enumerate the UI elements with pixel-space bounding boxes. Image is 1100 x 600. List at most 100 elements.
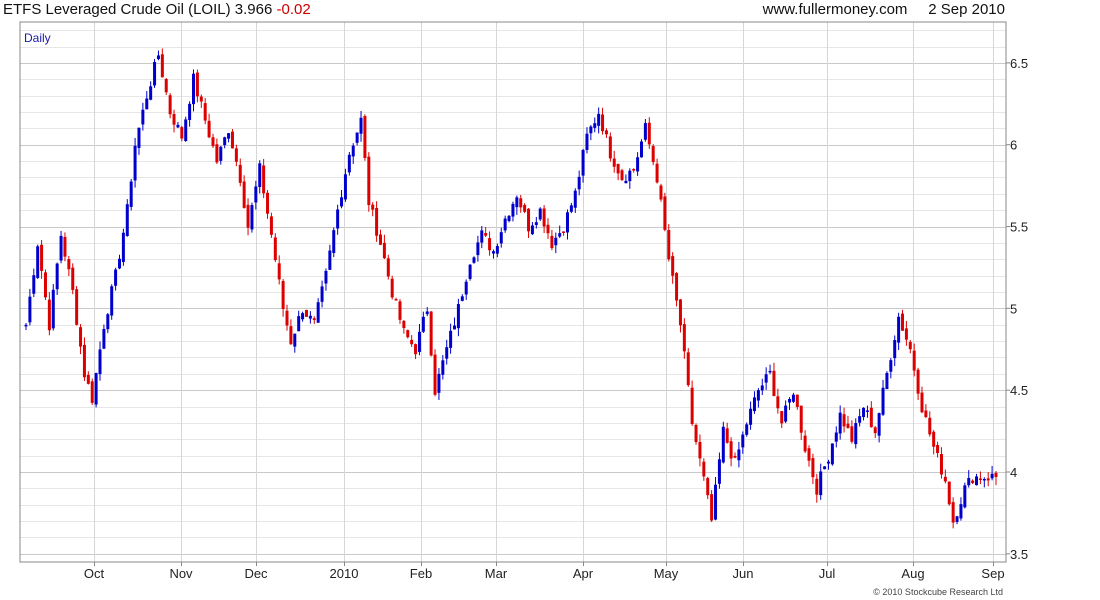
bar-body — [304, 309, 308, 317]
ohlc-bar — [593, 117, 597, 133]
bar-body — [390, 278, 394, 298]
ohlc-bar — [386, 254, 390, 280]
bar-body — [589, 126, 593, 134]
x-tick-label: Jun — [733, 566, 754, 581]
bar-body — [445, 347, 449, 359]
ohlc-bar — [336, 204, 340, 235]
bar-body — [367, 156, 371, 206]
x-tick-label: 2010 — [330, 566, 359, 581]
bar-body — [920, 392, 924, 413]
bar-body — [82, 344, 86, 378]
bar-body — [355, 132, 359, 143]
bar-body — [936, 445, 940, 454]
bar-body — [741, 434, 745, 448]
bar-body — [601, 114, 605, 132]
bar-body — [297, 316, 301, 332]
ohlc-bar — [542, 205, 546, 234]
bar-body — [811, 458, 815, 478]
bar-body — [943, 476, 947, 482]
bar-body — [79, 327, 83, 347]
bar-body — [495, 246, 499, 254]
ohlc-bar — [55, 262, 59, 296]
bar-body — [328, 250, 332, 270]
ohlc-bar — [764, 367, 768, 390]
bar-body — [815, 478, 819, 495]
ohlc-bar — [382, 234, 386, 260]
ohlc-bar — [885, 371, 889, 390]
ohlc-bar — [262, 158, 266, 199]
bar-body — [819, 471, 823, 496]
bar-body — [791, 394, 795, 402]
bar-body — [386, 258, 390, 277]
ohlc-bar — [756, 388, 760, 408]
ohlc-bar — [523, 203, 527, 214]
bar-body — [464, 281, 468, 295]
bar-body — [336, 209, 340, 229]
ohlc-bar — [772, 362, 776, 397]
ohlc-bar — [651, 144, 655, 166]
bar-body — [932, 431, 936, 447]
ohlc-bar — [655, 158, 659, 184]
bar-body — [414, 344, 418, 355]
ohlc-bar — [90, 378, 94, 405]
ohlc-bar — [682, 318, 686, 359]
bar-body — [523, 204, 527, 212]
bar-body — [429, 311, 433, 356]
bar-body — [24, 324, 28, 327]
ohlc-bar — [955, 515, 959, 525]
bar-body — [230, 131, 234, 149]
bar-body — [359, 117, 363, 134]
ohlc-bar — [67, 255, 71, 276]
ohlc-bar — [114, 267, 118, 291]
bar-body — [690, 387, 694, 425]
bar-body — [281, 281, 285, 310]
bar-body — [636, 157, 640, 172]
ohlc-bar — [433, 349, 437, 397]
bar-body — [503, 218, 507, 231]
ohlc-bar — [842, 407, 846, 433]
bar-body — [215, 144, 219, 163]
ohlc-bar — [230, 129, 234, 149]
ohlc-bar — [320, 280, 324, 308]
bar-body — [694, 424, 698, 443]
ohlc-bar — [160, 48, 164, 78]
ohlc-bar — [994, 471, 998, 486]
ohlc-bar — [834, 426, 838, 448]
ohlc-bar — [628, 168, 632, 189]
ohlc-bar — [340, 190, 344, 209]
y-tick-label: 5.5 — [1010, 220, 1028, 235]
ohlc-bar — [511, 201, 515, 222]
ohlc-bar — [176, 121, 180, 129]
bar-body — [772, 370, 776, 397]
ohlc-bar — [846, 415, 850, 429]
bar-body — [273, 237, 277, 261]
ohlc-bar — [901, 309, 905, 331]
bar-body — [854, 423, 858, 445]
bar-body — [207, 120, 211, 138]
ohlc-bar — [565, 209, 569, 240]
bar-body — [258, 163, 262, 188]
ohlc-bar — [624, 174, 628, 184]
bar-body — [955, 516, 959, 522]
ohlc-bar — [527, 208, 531, 239]
bar-body — [671, 256, 675, 276]
period-label: Daily — [24, 31, 51, 45]
ohlc-bar — [464, 279, 468, 300]
bar-body — [530, 225, 534, 235]
bar-body — [90, 381, 94, 403]
ohlc-bar — [110, 284, 114, 320]
bar-body — [616, 163, 620, 174]
ohlc-bar — [830, 443, 834, 466]
ohlc-bar — [939, 447, 943, 479]
bar-body — [834, 432, 838, 442]
x-tick-label: Oct — [84, 566, 105, 581]
bar-body — [94, 373, 98, 405]
ohlc-bar — [297, 310, 301, 332]
bar-body — [51, 289, 55, 329]
bar-body — [164, 78, 168, 93]
bar-body — [133, 145, 137, 181]
ohlc-bar — [156, 50, 160, 61]
bar-body — [542, 208, 546, 227]
bar-body — [242, 181, 246, 208]
bar-body — [558, 233, 562, 237]
